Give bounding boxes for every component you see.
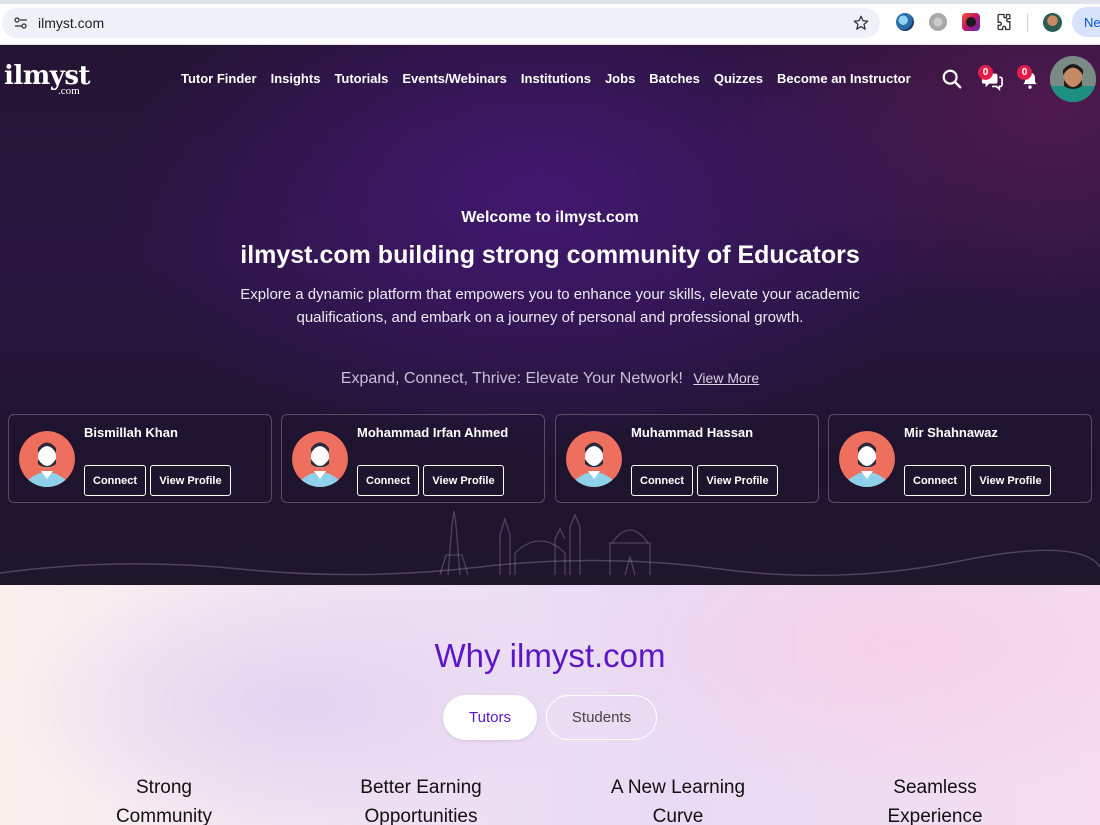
profile-name[interactable]: Bismillah Khan [84,425,178,440]
browser-toolbar: ilmyst.com Ne [0,0,1100,45]
feature-new-learning-curve: A New Learning Curve [578,773,778,825]
feature-line: Experience [887,806,983,825]
profile-name[interactable]: Muhammad Hassan [631,425,753,440]
extensions-puzzle-icon[interactable] [994,12,1014,32]
extension-globe-icon[interactable] [896,13,914,31]
nav-batches[interactable]: Batches [649,71,700,86]
feature-line: A New Learning [610,777,746,798]
feature-line: Strong [136,777,192,798]
city-skyline-decoration [0,510,1100,577]
address-bar[interactable]: ilmyst.com [2,8,880,38]
nav-quizzes[interactable]: Quizzes [714,71,763,86]
nav-events-webinars[interactable]: Events/Webinars [402,71,507,86]
view-profile-button[interactable]: View Profile [150,465,231,496]
view-profile-button[interactable]: View Profile [423,465,504,496]
notifications-count-badge: 0 [1017,65,1032,80]
connect-button[interactable]: Connect [631,465,693,496]
site-logo-suffix: .com [58,85,80,97]
feature-better-earning: Better Earning Opportunities [321,773,521,825]
profile-avatar-icon [566,431,622,487]
connect-button[interactable]: Connect [357,465,419,496]
view-profile-button[interactable]: View Profile [970,465,1051,496]
profile-card: Mir Shahnawaz Connect View Profile [828,414,1092,503]
nav-insights[interactable]: Insights [271,71,321,86]
feature-line: Curve [652,806,704,825]
browser-profile-avatar[interactable] [1043,13,1062,32]
bookmark-star-icon[interactable] [852,14,870,32]
view-more-link[interactable]: View More [693,370,759,386]
search-icon[interactable] [941,68,963,90]
user-photo-icon [1050,56,1096,102]
feature-line: Seamless [893,777,977,798]
profile-card: Muhammad Hassan Connect View Profile [555,414,819,503]
connect-button[interactable]: Connect [84,465,146,496]
hero-section: ilmyst .com Tutor Finder Insights Tutori… [0,45,1100,585]
messages-count-badge: 0 [978,65,993,80]
site-settings-icon[interactable] [13,15,29,31]
feature-seamless-experience: Seamless Experience [835,773,1035,825]
feature-strong-community: Strong Community [64,773,264,825]
extension-grey-icon[interactable] [929,13,947,31]
why-title: Why ilmyst.com [434,637,666,674]
network-tagline-text: Expand, Connect, Thrive: Elevate Your Ne… [340,370,683,387]
profile-avatar-icon [19,431,75,487]
profile-name[interactable]: Mir Shahnawaz [904,425,998,440]
hero-description: Explore a dynamic platform that empowers… [240,286,860,326]
profile-card: Bismillah Khan Connect View Profile [8,414,272,503]
nav-become-instructor[interactable]: Become an Instructor [777,71,911,86]
profile-avatar-icon [292,431,348,487]
tab-tutors[interactable]: Tutors [443,695,537,740]
tab-strip-edge [0,0,1100,4]
nav-institutions[interactable]: Institutions [521,71,591,86]
user-avatar[interactable] [1050,56,1096,102]
toolbar-divider [1027,14,1028,32]
nav-tutor-finder[interactable]: Tutor Finder [181,71,257,86]
profile-cards: Bismillah Khan Connect View Profile Moha… [8,414,1092,503]
profile-name[interactable]: Mohammad Irfan Ahmed [357,425,508,440]
profile-avatar-icon [839,431,895,487]
profile-card: Mohammad Irfan Ahmed Connect View Profil… [281,414,545,503]
nav-tutorials[interactable]: Tutorials [334,71,388,86]
new-chrome-button[interactable]: Ne [1072,7,1100,37]
feature-line: Opportunities [364,806,478,825]
extension-screen-recorder-icon[interactable] [962,13,980,31]
hero-kicker: Welcome to ilmyst.com [461,209,639,226]
nav-jobs[interactable]: Jobs [605,71,635,86]
url-text[interactable]: ilmyst.com [38,15,104,31]
view-profile-button[interactable]: View Profile [697,465,778,496]
feature-line: Better Earning [360,777,482,798]
connect-button[interactable]: Connect [904,465,966,496]
why-section: Why ilmyst.com Tutors Students Strong Co… [0,585,1100,825]
main-nav: Tutor Finder Insights Tutorials Events/W… [181,71,911,86]
network-tagline: Expand, Connect, Thrive: Elevate Your Ne… [0,370,1100,388]
tab-students[interactable]: Students [546,695,657,740]
feature-line: Community [115,806,213,825]
hero-title: ilmyst.com building strong community of … [240,241,860,269]
